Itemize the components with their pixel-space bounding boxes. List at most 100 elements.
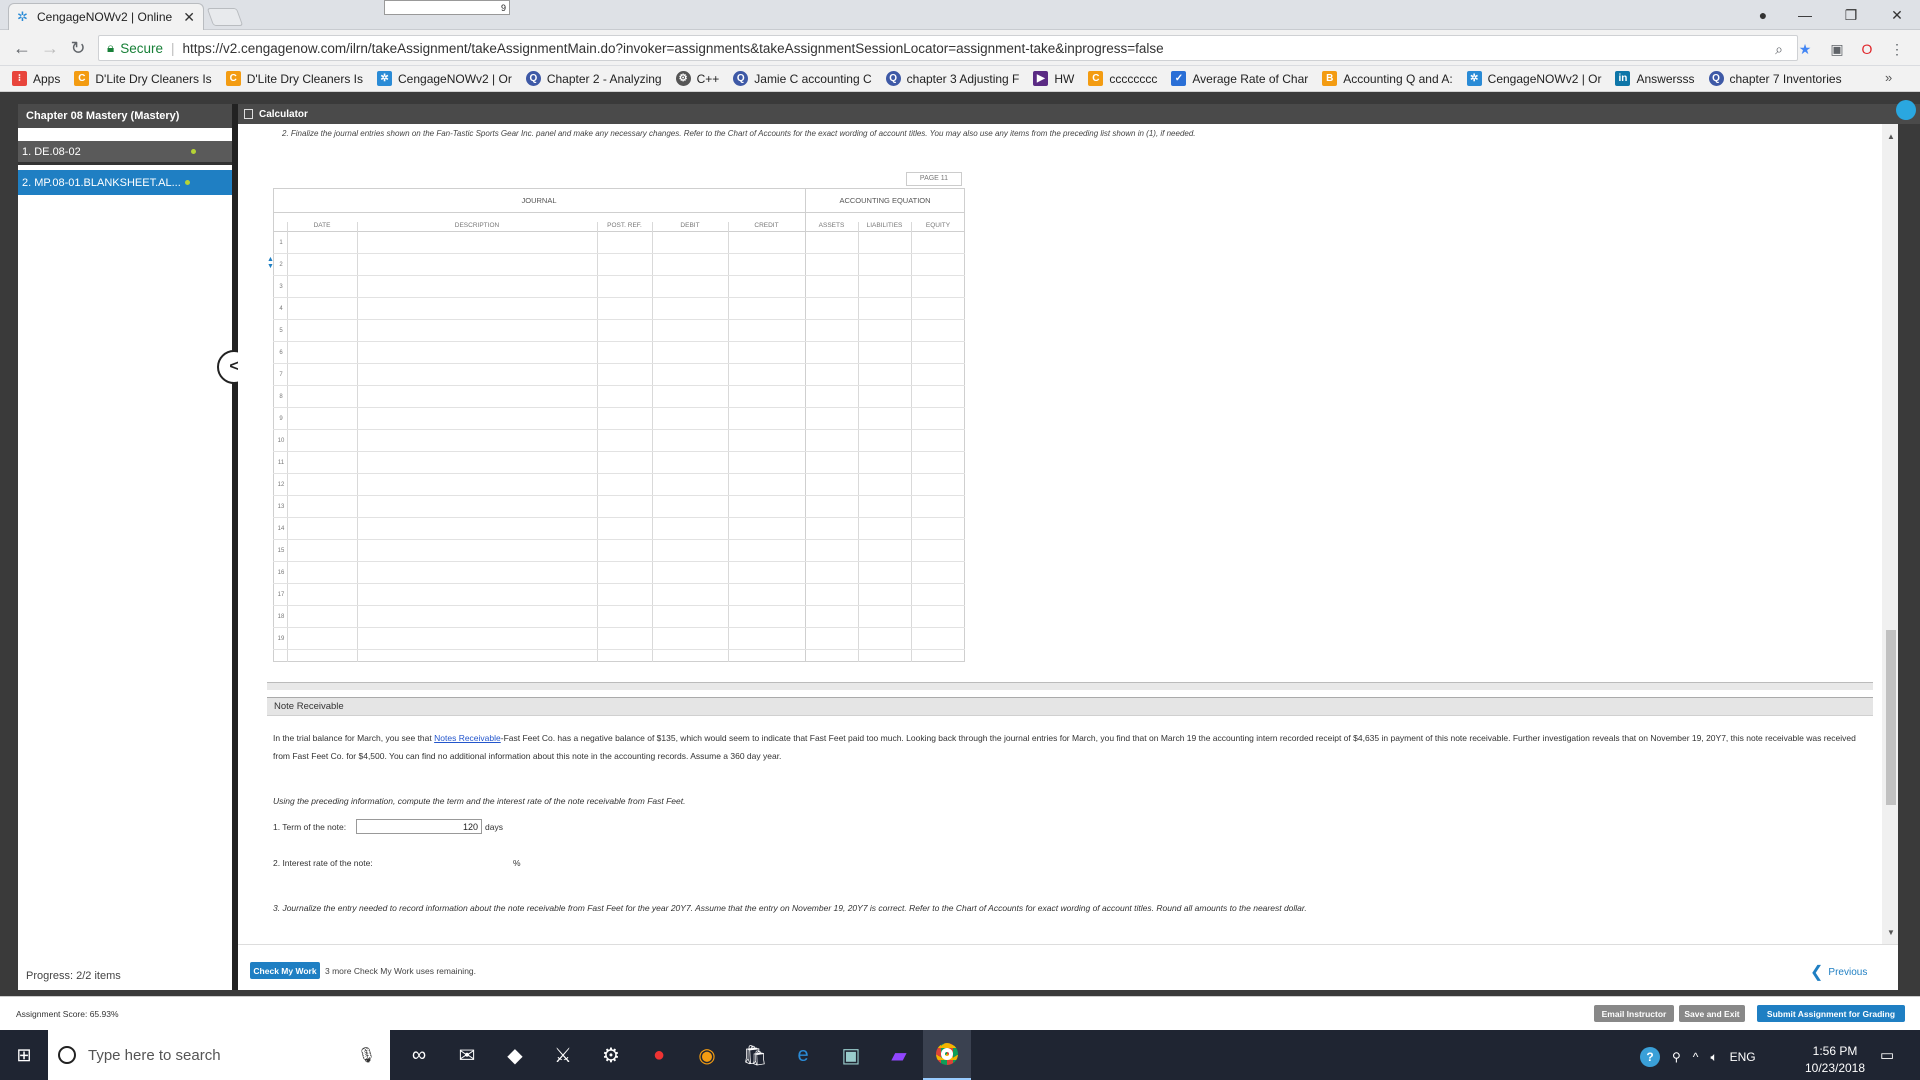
term-input[interactable]: 120 [356,819,482,834]
menu-icon[interactable]: ⋮ [1886,38,1908,60]
row-number: 10 [277,438,285,444]
bookmark-label: CengageNOWv2 | Or [1487,71,1602,86]
extension-icon[interactable]: ▣ [1826,38,1848,60]
zoom-icon[interactable]: ⌕ [1768,38,1790,60]
grid-column-line [728,222,729,662]
bookmark-item[interactable]: Ccccccccc [1088,71,1157,86]
scroll-down-icon[interactable]: ▼ [1887,928,1895,937]
windows-start-icon[interactable]: ⊞ [0,1030,48,1080]
bookmark-item[interactable]: ✲ CengageNOWv2 | Or [377,71,512,86]
question-instruction: Using the preceding information, compute… [273,796,686,806]
url-text: https://v2.cengagenow.com/ilrn/takeAssig… [182,40,1164,56]
mail-icon[interactable]: ✉ [443,1030,491,1080]
red-app-icon[interactable]: ● [635,1030,683,1080]
chevron-up-icon[interactable]: ^ [1693,1050,1699,1064]
forward-arrow-icon[interactable]: → [38,36,62,60]
submit-button[interactable]: Submit Assignment for Grading [1757,1005,1905,1022]
calculator-label: Calculator [259,108,308,120]
bookmark-item[interactable]: Q Jamie C accounting C [733,71,872,86]
quizlet-icon: Q [733,71,749,86]
page-label: PAGE 11 [906,172,962,186]
close-tab-icon[interactable]: ✕ [183,9,195,26]
previous-link[interactable]: ❮ Previous [1810,962,1867,982]
row-number: 2 [279,262,283,268]
notes-receivable-link[interactable]: Notes Receivable [434,733,501,743]
close-window-button[interactable]: ✕ [1874,0,1920,30]
grid-column-line [357,222,358,662]
more-bookmarks-icon[interactable]: » [1885,70,1892,85]
orange-app-icon[interactable]: ◉ [683,1030,731,1080]
bookmark-item[interactable]: C D'Lite Dry Cleaners Is [74,71,212,86]
notifications-icon[interactable]: ▭ [1880,1046,1894,1064]
scrollbar[interactable] [1882,124,1898,944]
box-app-icon[interactable]: ▣ [827,1030,875,1080]
scrollbar-thumb[interactable] [1886,630,1896,805]
address-bar[interactable]: 🔒︎ Secure | https://v2.cengagenow.com/il… [98,35,1798,61]
calculator-bar[interactable]: Calculator [238,104,1920,124]
bookmarks-bar: ⁝ Apps C D'Lite Dry Cleaners Is C D'Lite Dr… [0,66,1920,92]
accounting-equation-header: ACCOUNTING EQUATION [839,196,931,205]
bookmark-item[interactable]: Q Chapter 2 - Analyzing [525,71,662,86]
grid-column-line [287,222,288,662]
sidebar-item-de-08-02[interactable]: 1. DE.08-02 [18,141,232,165]
b-icon: B [1322,71,1338,86]
term-label: 1. Term of the note: [273,822,347,832]
profile-icon[interactable]: ● [1740,0,1786,30]
language-indicator[interactable]: ENG [1730,1050,1756,1064]
row-number: 9 [279,416,283,422]
dropbox-icon[interactable]: ◆ [491,1030,539,1080]
arrow-icon: ▶ [1033,71,1049,86]
chrome-icon[interactable] [923,1030,971,1080]
opera-icon[interactable]: O [1856,38,1878,60]
bookmark-apps[interactable]: ⁝ Apps [12,71,60,86]
restore-button[interactable]: ❐ [1828,0,1874,30]
bookmark-item[interactable]: ✲ CengageNOWv2 | Or [1466,71,1602,86]
help-bubble-icon[interactable] [1896,100,1916,120]
bookmark-item[interactable]: ▶ HW [1033,71,1074,86]
bookmark-item[interactable]: in Answersss [1615,71,1695,86]
grid-row-line [273,275,965,276]
bookmark-label: Average Rate of Char [1192,71,1309,86]
sidebar [18,104,232,990]
game-app-icon[interactable]: ⚔ [539,1030,587,1080]
grid-row-line [273,583,965,584]
chevron-left-icon: ❮ [1810,964,1824,981]
scroll-up-icon[interactable]: ▲ [1887,132,1895,141]
back-arrow-icon[interactable]: ← [10,36,34,60]
microphone-icon[interactable]: 🎙︎ [357,1046,376,1064]
sidebar-item-mp-08-01[interactable]: 2. MP.08-01.BLANKSHEET.AL... [18,170,232,195]
help-icon[interactable]: ? [1640,1047,1660,1067]
new-tab-button[interactable] [206,8,244,26]
grid-row-line [273,627,965,628]
volume-icon[interactable]: 🔈︎ [1710,1050,1717,1065]
bookmark-item[interactable]: C D'Lite Dry Cleaners Is [225,71,363,86]
email-instructor-button[interactable]: Email Instructor [1594,1005,1674,1022]
people-icon[interactable]: ⚲ [1672,1050,1681,1064]
row-insert-arrows-icon[interactable]: ▲ ▼ [267,256,274,270]
twitch-icon[interactable]: ▰ [875,1030,923,1080]
bookmark-item[interactable]: ✓ Average Rate of Char [1171,71,1308,86]
check-my-work-button[interactable]: Check My Work [250,962,320,979]
grid-row-line [273,473,965,474]
bookmark-item[interactable]: ⚙ C++ [675,71,720,86]
steam-icon[interactable]: ⚙ [587,1030,635,1080]
minimize-button[interactable]: — [1782,0,1828,30]
reload-icon[interactable]: ↻ [66,36,90,60]
edge-icon[interactable]: e [779,1030,827,1080]
taskbar-search[interactable]: Type here to search 🎙︎ [48,1030,390,1080]
save-and-exit-button[interactable]: Save and Exit [1679,1005,1745,1022]
bookmark-label: C++ [696,71,720,86]
bookmark-star-icon[interactable]: ★ [1794,38,1816,60]
row-number: 7 [279,372,283,378]
bookmark-item[interactable]: Qchapter 7 Inventories [1708,71,1842,86]
browser-tab[interactable]: ✲ CengageNOWv2 | Online ✕ [8,3,204,30]
infinity-app-icon[interactable]: ∞ [395,1030,443,1080]
store-icon[interactable]: 🛍︎ [731,1030,779,1080]
clock[interactable]: 1:56 PM 10/23/2018 [1800,1043,1870,1077]
bookmark-item[interactable]: B Accounting Q and A: [1322,71,1453,86]
bookmark-item[interactable]: Qchapter 3 Adjusting F [885,71,1019,86]
rate-unit: % [513,858,521,868]
row-number: 1 [279,240,283,246]
bookmark-label: Jamie C accounting C [754,71,872,86]
rate-input[interactable]: 9 [384,0,510,15]
